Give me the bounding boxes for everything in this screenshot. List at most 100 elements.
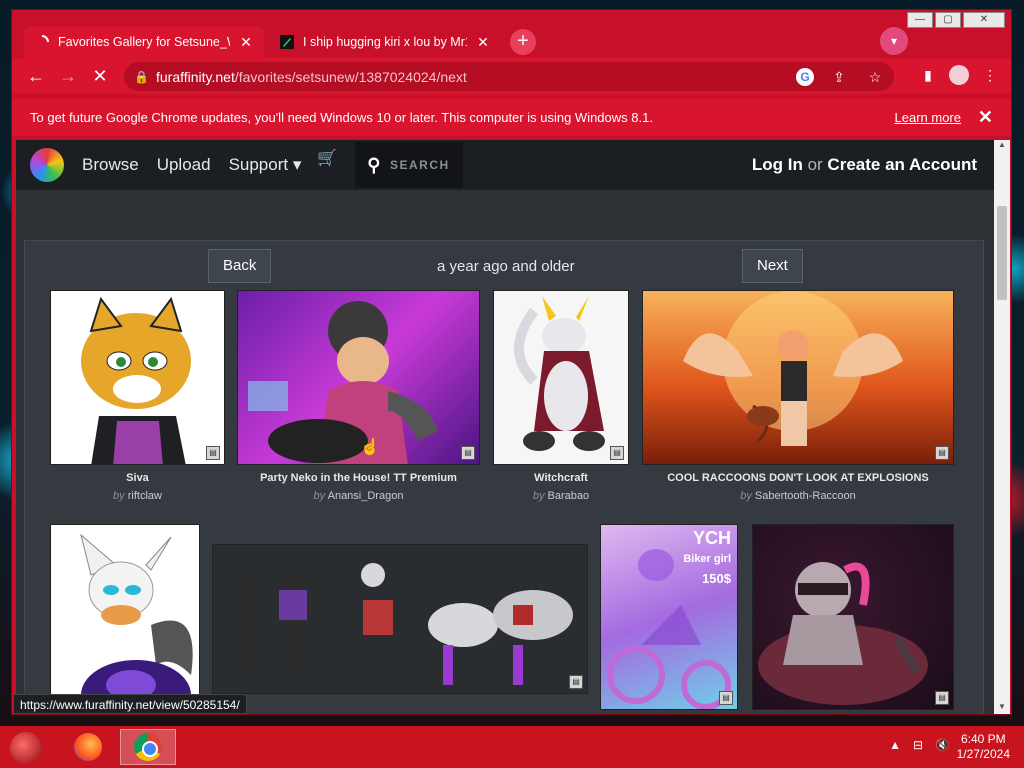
file-type-icon: ▤	[206, 446, 220, 460]
site-search[interactable]: ⚲ SEARCH	[355, 142, 464, 188]
submission-thumbnail[interactable]: ▤	[212, 544, 588, 694]
lock-icon: 🔒	[134, 69, 149, 84]
tray-expand-icon[interactable]: ▲	[889, 738, 901, 752]
url-path: /favorites/setsunew/1387024024/next	[234, 68, 467, 85]
scroll-up-icon[interactable]: ▲	[994, 140, 1010, 154]
submission-caption: Siva by riftclaw	[50, 472, 225, 502]
back-button[interactable]: Back	[208, 249, 272, 283]
submission-caption: COOL RACCOONS DON'T LOOK AT EXPLOSIONS b…	[642, 472, 954, 502]
search-placeholder: SEARCH	[389, 158, 450, 172]
ych-label: YCH Biker girl 150$	[683, 529, 731, 588]
by-label: by	[740, 490, 752, 502]
windows-taskbar: ▲ ⊟ 🔇 6:40 PM 1/27/2024	[0, 726, 1024, 768]
scroll-thumb[interactable]	[997, 206, 1007, 300]
tab-favorites-gallery[interactable]: Favorites Gallery for Setsune_W ✕	[24, 26, 264, 58]
artist-link[interactable]: Anansi_Dragon	[328, 490, 404, 502]
tab-title: Favorites Gallery for Setsune_W	[58, 35, 230, 49]
tab-title: I ship hugging kiri x lou by Mr1E	[303, 35, 467, 49]
back-arrow-icon[interactable]: ←	[24, 64, 48, 88]
by-label: by	[113, 490, 125, 502]
update-infobar: To get future Google Chrome updates, you…	[12, 98, 1011, 136]
submission-title[interactable]: Party Neko in the House! TT Premium	[260, 472, 457, 484]
submission-title[interactable]: COOL RACCOONS DON'T LOOK AT EXPLOSIONS	[667, 472, 929, 484]
nav-browse[interactable]: Browse	[82, 155, 139, 175]
taskbar-firefox[interactable]	[60, 729, 116, 765]
artist-link[interactable]: Sabertooth-Raccoon	[755, 490, 856, 502]
next-button[interactable]: Next	[742, 249, 803, 283]
file-type-icon: ▤	[935, 691, 949, 705]
start-orb-icon[interactable]	[10, 732, 42, 764]
tab-strip: Favorites Gallery for Setsune_W ✕ I ship…	[12, 10, 1011, 62]
infobar-message: To get future Google Chrome updates, you…	[30, 109, 653, 125]
nav-upload[interactable]: Upload	[157, 155, 211, 175]
forward-arrow-icon[interactable]: →	[56, 64, 80, 88]
share-icon[interactable]: ⇪	[828, 66, 850, 88]
tab-close-icon[interactable]: ✕	[475, 34, 491, 51]
stop-loading-icon[interactable]: ✕	[88, 64, 112, 88]
submission-thumbnail[interactable]	[50, 524, 200, 714]
file-type-icon: ▤	[610, 446, 624, 460]
chrome-icon	[134, 733, 162, 761]
submission-title[interactable]: Witchcraft	[534, 472, 588, 484]
close-window-button[interactable]: ✕	[963, 12, 1005, 28]
file-type-icon: ▤	[719, 691, 733, 705]
scroll-down-icon[interactable]: ▼	[994, 702, 1010, 714]
volume-muted-icon[interactable]: 🔇	[935, 738, 950, 752]
ych-price: 150$	[702, 571, 731, 586]
nav-support[interactable]: Support ▾	[229, 155, 302, 175]
search-icon: ⚲	[367, 154, 382, 175]
google-lens-icon[interactable]: G	[796, 68, 814, 86]
taskbar-clock[interactable]: 6:40 PM 1/27/2024	[957, 732, 1010, 762]
party-neko-image	[248, 301, 438, 464]
submission-caption: Party Neko in the House! TT Premium by A…	[237, 472, 480, 502]
address-bar[interactable]: 🔒 furaffinity.net /favorites/setsunew/13…	[124, 62, 894, 91]
raccoon-explosion-image	[683, 291, 903, 446]
file-type-icon: ▤	[461, 446, 475, 460]
infobar-close-icon[interactable]: ✕	[978, 107, 993, 128]
url-host: furaffinity.net	[156, 68, 235, 85]
furaffinity-logo[interactable]	[30, 148, 64, 182]
submission-thumbnail[interactable]: ▤	[642, 290, 954, 465]
submission-thumbnail[interactable]: ▤	[50, 290, 225, 465]
profile-avatar-icon[interactable]	[949, 65, 969, 85]
page-content: Browse Upload Support ▾ 🛒 ⚲ SEARCH Log I…	[16, 140, 995, 714]
tab-kiri-lou[interactable]: I ship hugging kiri x lou by Mr1E ✕	[269, 26, 501, 58]
submission-thumbnail[interactable]: YCH Biker girl 150$ ▤	[600, 524, 738, 710]
character-lineup-image	[233, 563, 573, 685]
site-navbar: Browse Upload Support ▾ 🛒 ⚲ SEARCH Log I…	[16, 140, 995, 190]
submission-thumbnail[interactable]: ▤	[493, 290, 629, 465]
page-scrollbar[interactable]: ▲ ▼	[994, 140, 1010, 714]
browser-toolbar: ← → ✕ 🔒 furaffinity.net /favorites/setsu…	[12, 58, 1011, 94]
artist-link[interactable]: riftclaw	[128, 490, 162, 502]
tab-close-icon[interactable]: ✕	[238, 34, 254, 51]
maximize-button[interactable]: ▢	[935, 12, 961, 28]
by-label: by	[532, 490, 545, 502]
submission-thumbnail[interactable]: ▤	[237, 290, 480, 465]
system-tray: ▲ ⊟ 🔇	[889, 738, 950, 752]
cart-icon[interactable]: 🛒	[317, 148, 337, 168]
clock-date: 1/27/2024	[956, 747, 1010, 761]
raccoon-lounge-image	[758, 562, 928, 705]
submission-title[interactable]: Siva	[126, 472, 149, 484]
side-panel-icon[interactable]: ▮	[917, 64, 939, 86]
auth-links: Log In or Create an Account	[752, 155, 977, 175]
bookmark-star-icon[interactable]: ☆	[864, 66, 886, 88]
ych-subtitle: Biker girl	[683, 553, 731, 565]
learn-more-link[interactable]: Learn more	[895, 110, 961, 125]
auth-or-text: or	[807, 155, 823, 174]
tab-loading-icon	[34, 34, 50, 50]
menu-kebab-icon[interactable]: ⋮	[979, 64, 1001, 86]
taskbar-chrome[interactable]	[120, 729, 176, 765]
create-account-link[interactable]: Create an Account	[827, 155, 977, 174]
artist-link[interactable]: Barabao	[548, 490, 590, 502]
minimize-button[interactable]: —	[907, 12, 933, 28]
submission-caption: Witchcraft by Barabao	[493, 472, 629, 502]
tab-search-button[interactable]: ▾	[880, 27, 908, 55]
login-link[interactable]: Log In	[752, 155, 803, 174]
new-tab-button[interactable]: +	[510, 29, 536, 55]
submission-thumbnail[interactable]: ▤	[752, 524, 954, 710]
mouse-pointer: ☝	[360, 439, 380, 456]
file-type-icon: ▤	[935, 446, 949, 460]
network-icon[interactable]: ⊟	[913, 738, 923, 752]
tab-favicon-icon	[279, 34, 295, 50]
